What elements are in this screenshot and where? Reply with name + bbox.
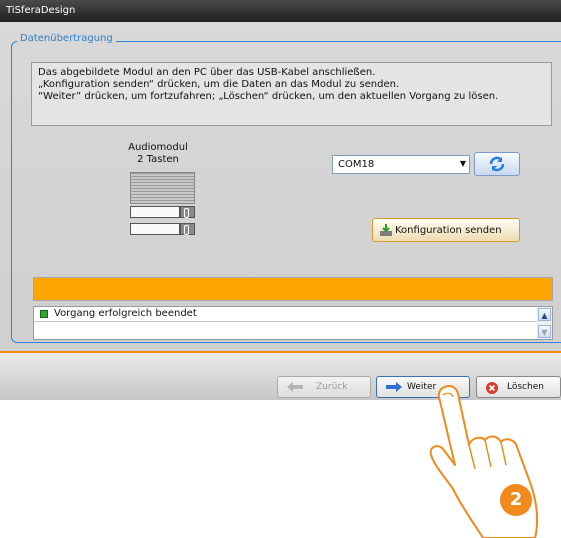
instruction-line: „Konfiguration senden“ drücken, um die D… bbox=[38, 79, 400, 90]
module-key-2 bbox=[130, 223, 180, 235]
module-key-2-led bbox=[180, 223, 195, 235]
com-port-value: COM18 bbox=[338, 159, 375, 170]
window-title: TiSferaDesign bbox=[6, 5, 76, 16]
back-arrow-icon bbox=[287, 382, 303, 392]
pointing-hand-icon bbox=[429, 385, 539, 538]
next-arrow-icon bbox=[386, 382, 402, 392]
instructions-box: Das abgebildete Modul an den PC über das… bbox=[31, 62, 552, 126]
instruction-line: “Weiter” drücken, um fortzufahren; „Lösc… bbox=[38, 91, 499, 102]
instruction-line: Das abgebildete Modul an den PC über das… bbox=[38, 67, 376, 78]
title-bar: TiSferaDesign bbox=[0, 0, 561, 22]
step-badge: 2 bbox=[500, 484, 532, 516]
speaker-grille bbox=[130, 172, 195, 204]
send-configuration-label: Konfiguration senden bbox=[395, 225, 502, 236]
send-configuration-button[interactable]: Konfiguration senden bbox=[372, 218, 520, 242]
module-key-1-led bbox=[180, 206, 195, 218]
status-message: Vorgang erfolgreich beendet bbox=[54, 308, 197, 319]
scroll-up-icon[interactable]: ▲ bbox=[538, 308, 551, 321]
app-window: TiSferaDesign Datenübertragung Das abgeb… bbox=[0, 0, 561, 400]
module-keys: 2 Tasten bbox=[137, 154, 179, 165]
status-list: Vorgang erfolgreich beendet ▲ ▼ bbox=[33, 306, 553, 340]
back-button[interactable]: Zurück bbox=[277, 376, 371, 398]
module-name: Audiomodul bbox=[128, 142, 188, 153]
module-title: Audiomodul 2 Tasten bbox=[108, 142, 208, 166]
send-config-icon bbox=[380, 224, 392, 236]
scroll-down-icon[interactable]: ▼ bbox=[538, 325, 551, 338]
group-legend: Datenübertragung bbox=[17, 33, 116, 44]
status-scrollbar[interactable]: ▲ ▼ bbox=[537, 307, 552, 339]
status-ok-icon bbox=[40, 310, 48, 318]
com-port-select[interactable]: COM18 ▼ bbox=[332, 155, 470, 174]
back-label: Zurück bbox=[316, 382, 348, 392]
list-item: Vorgang erfolgreich beendet bbox=[34, 307, 538, 322]
progress-bar bbox=[33, 277, 553, 301]
refresh-icon bbox=[489, 156, 505, 172]
refresh-button[interactable] bbox=[474, 152, 520, 176]
module-key-1 bbox=[130, 206, 180, 218]
chevron-down-icon: ▼ bbox=[459, 159, 466, 168]
